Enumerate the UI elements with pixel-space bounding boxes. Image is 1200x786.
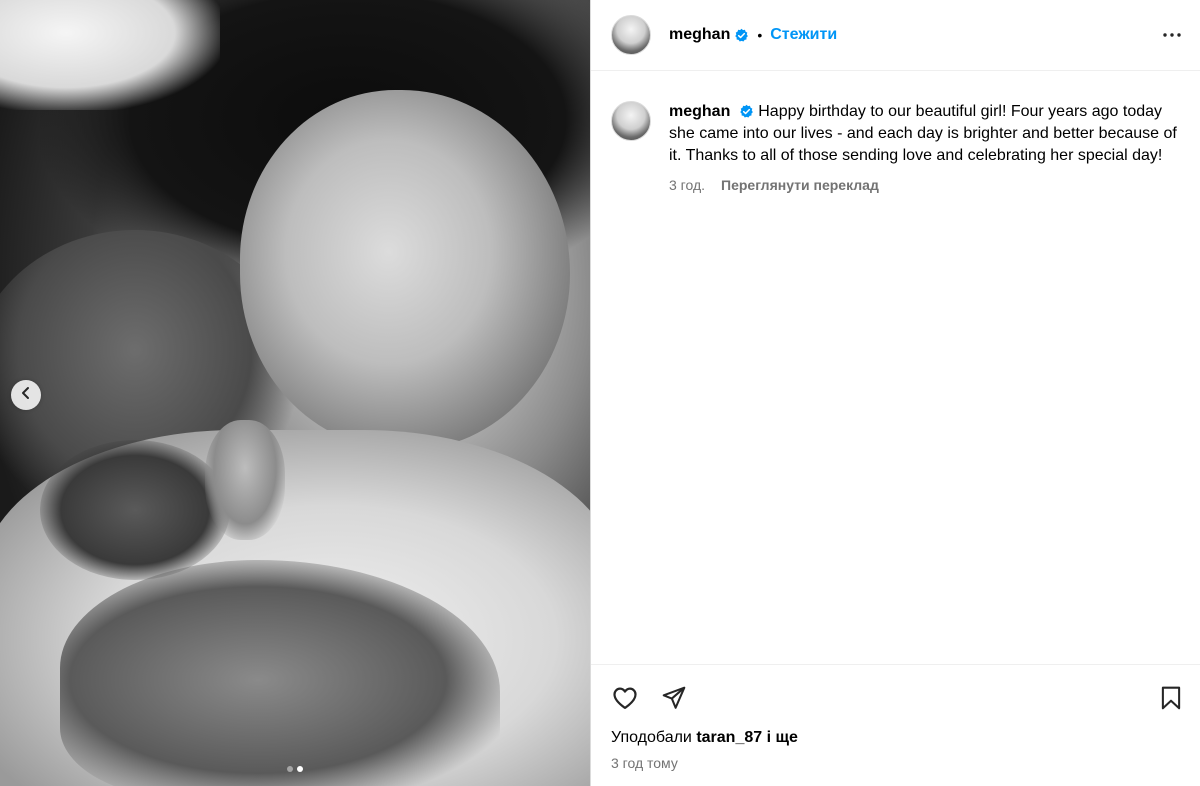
caption-timestamp[interactable]: 3 год. [669,177,705,193]
carousel-dot [287,766,293,772]
post-details-panel: meghan • Стежити meghan Happy birthday t… [590,0,1200,786]
likes-others-link[interactable]: і ще [767,729,798,746]
carousel-dot-active [297,766,303,772]
verified-badge-icon [739,104,754,119]
chevron-left-icon [19,386,33,405]
caption-username[interactable]: meghan [669,103,730,120]
carousel-indicator [0,766,590,772]
post-actions: Уподобали taran_87 і ще 3 год тому [591,664,1200,786]
caption: meghan Happy birthday to our beautiful g… [669,101,1179,167]
share-icon[interactable] [661,685,687,711]
post-timestamp[interactable]: 3 год тому [611,755,1184,771]
action-icons [611,683,1184,713]
caption-meta: 3 год. Переглянути переклад [669,177,1179,193]
avatar[interactable] [611,15,651,55]
header-username[interactable]: meghan [669,26,730,44]
likes-summary: Уподобали taran_87 і ще [611,729,1184,747]
carousel-prev-button[interactable] [11,380,41,410]
verified-badge-icon [734,28,749,43]
heart-icon[interactable] [611,684,639,712]
more-options-icon[interactable] [1160,23,1184,47]
comments-area: meghan Happy birthday to our beautiful g… [591,71,1200,664]
likes-user-link[interactable]: taran_87 [696,729,762,746]
caption-block: meghan Happy birthday to our beautiful g… [669,101,1179,664]
see-translation-button[interactable]: Переглянути переклад [721,177,879,193]
likes-prefix: Уподобали [611,729,692,746]
header-separator: • [757,27,763,43]
post-photo [0,0,590,786]
post-header: meghan • Стежити [591,0,1200,71]
post-viewer: meghan • Стежити meghan Happy birthday t… [0,0,1200,786]
caption-avatar[interactable] [611,101,651,141]
bookmark-icon[interactable] [1158,685,1184,711]
follow-button[interactable]: Стежити [770,26,837,44]
